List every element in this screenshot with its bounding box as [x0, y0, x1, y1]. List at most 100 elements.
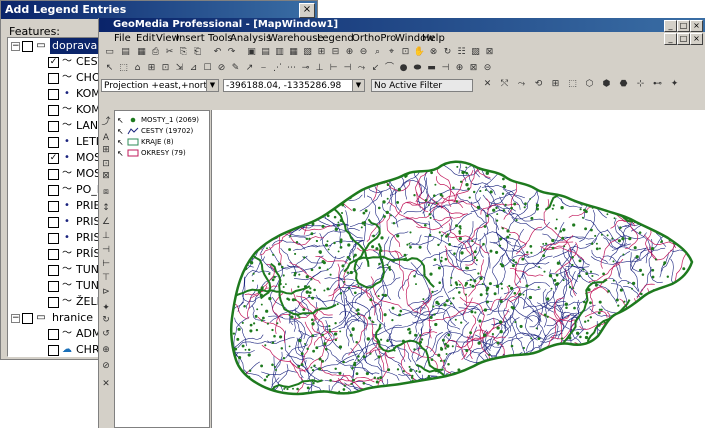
pan-icon[interactable]: ✋ [413, 46, 426, 59]
feature-icon[interactable]: ▥ [273, 46, 286, 59]
legend-entry[interactable]: ↖ CESTY (19702) [117, 126, 209, 137]
copy-icon[interactable]: ⎘ [177, 46, 190, 59]
tree-item[interactable]: • PRIST_ [8, 214, 112, 230]
zoom-in-icon[interactable]: ⊞ [315, 46, 328, 59]
erase-icon[interactable]: ⊝ [481, 62, 494, 75]
item-checkbox[interactable] [48, 217, 59, 228]
find-icon[interactable]: ⌕ [371, 46, 384, 59]
vertical-icon[interactable]: ↕ [100, 202, 112, 214]
tree-item[interactable]: 〜 TUNEL [8, 262, 112, 278]
chevron-down-icon[interactable]: ▼ [206, 80, 218, 91]
fit-all-icon[interactable]: ⊡ [159, 62, 172, 75]
coordinate-readout[interactable]: -396188.04, -1335286.98 ▼ [223, 79, 365, 92]
attribute-icon[interactable]: ⬣ [617, 78, 630, 91]
map-canvas[interactable] [212, 110, 705, 428]
tree-item[interactable]: 〜CHODN [8, 70, 112, 86]
menu-file[interactable]: File [111, 32, 134, 45]
tree-item[interactable]: 〜 LANOV [8, 118, 112, 134]
chevron-down-icon[interactable]: ▼ [352, 80, 364, 91]
tree-item[interactable]: 〜 PRÍSTA [8, 246, 112, 262]
legend-entry[interactable]: ↖ MOSTY_1 (2069) [117, 115, 209, 126]
text-icon[interactable]: A [100, 132, 112, 144]
item-checkbox[interactable] [48, 201, 59, 212]
item-checkbox[interactable] [48, 185, 59, 196]
props-icon[interactable]: ⊠ [483, 46, 496, 59]
menu-insert[interactable]: Insert [173, 32, 208, 45]
play-icon[interactable]: ⊳ [100, 286, 112, 298]
delete-icon[interactable]: ⊠ [467, 62, 480, 75]
left-icon[interactable]: ⊣ [100, 244, 112, 256]
curve-icon[interactable]: ⤳ [355, 62, 368, 75]
legend-entry[interactable]: ↖ KRAJE (8) [117, 137, 209, 148]
measure-icon[interactable]: ⊿ [187, 62, 200, 75]
rotate-icon[interactable]: ⟲ [532, 78, 545, 91]
item-checkbox[interactable] [48, 265, 59, 276]
analysis-icon[interactable]: ⬡ [583, 78, 596, 91]
polyline-icon[interactable]: ⋰ [271, 62, 284, 75]
star-icon[interactable]: ✦ [100, 302, 112, 314]
item-checkbox[interactable] [48, 89, 59, 100]
snap-end-icon[interactable]: ⊣ [341, 62, 354, 75]
edit-icon[interactable]: ✎ [229, 62, 242, 75]
tree-item[interactable]: • KOMPA [8, 86, 112, 102]
connection-icon[interactable]: ▣ [245, 46, 258, 59]
tree-group-0[interactable]: − ▭ doprava [8, 38, 112, 54]
rotate-icon[interactable]: ↻ [100, 314, 112, 326]
arc-icon[interactable]: ⌒ [383, 62, 396, 75]
place-icon[interactable]: ⊕ [453, 62, 466, 75]
minimize-button[interactable]: _ [664, 20, 677, 32]
item-checkbox[interactable] [48, 233, 59, 244]
snap-icon[interactable]: ⊢ [327, 62, 340, 75]
item-checkbox[interactable] [48, 137, 59, 148]
tree-item[interactable]: • LETISK [8, 134, 112, 150]
item-checkbox[interactable] [48, 105, 59, 116]
merge-icon[interactable]: ⬢ [600, 78, 613, 91]
grid-icon[interactable]: ☷ [455, 46, 468, 59]
angle-icon[interactable]: ∠ [100, 216, 112, 228]
top-icon[interactable]: ⊤ [100, 272, 112, 284]
ellipse-icon[interactable]: ⬬ [411, 62, 424, 75]
magic-icon[interactable]: ✦ [668, 78, 681, 91]
projection-combo[interactable]: Projection +east,+north(m) ▼ [101, 79, 219, 92]
item-checkbox[interactable] [48, 121, 59, 132]
home-icon[interactable]: ⌂ [131, 62, 144, 75]
arrow-down-icon[interactable]: ↙ [369, 62, 382, 75]
intersect-icon[interactable]: ⊹ [634, 78, 647, 91]
cancel-icon[interactable]: ⊘ [215, 62, 228, 75]
refresh-icon[interactable]: ↻ [441, 46, 454, 59]
add-icon[interactable]: ⊕ [100, 344, 112, 356]
redline-icon[interactable]: ⤴ [100, 116, 112, 128]
right-icon[interactable]: ⊢ [100, 258, 112, 270]
collapse-icon[interactable]: − [11, 42, 20, 51]
tree-item[interactable]: ✓ 〜 CESTY [8, 54, 112, 70]
tree-item[interactable]: • PRIESM [8, 198, 112, 214]
link-icon[interactable]: ⊷ [651, 78, 664, 91]
frame-icon[interactable]: ☐ [201, 62, 214, 75]
zoom-area-icon[interactable]: ⊕ [343, 46, 356, 59]
redo-icon[interactable]: ↷ [225, 46, 238, 59]
box-select-icon[interactable]: ⬚ [117, 62, 130, 75]
zoom-prev-icon[interactable]: ⊖ [357, 46, 370, 59]
snap2-icon[interactable]: ⊣ [439, 62, 452, 75]
cut-icon[interactable]: ✂ [163, 46, 176, 59]
spatial-icon[interactable]: ⬚ [566, 78, 579, 91]
filter-combo[interactable]: No Active Filter [371, 79, 473, 92]
tree-group-1[interactable]: − ▭ hranice [8, 310, 112, 326]
rect-tool-icon[interactable]: ▬ [425, 62, 438, 75]
tree-item[interactable]: 〜 KOMPA [8, 102, 112, 118]
doc-close-button[interactable]: × [690, 33, 703, 45]
item-checkbox[interactable] [48, 329, 59, 340]
paste-icon[interactable]: ⎗ [191, 46, 204, 59]
group-checkbox[interactable] [22, 313, 33, 324]
join-icon[interactable]: ⤳ [515, 78, 528, 91]
collapse-icon[interactable]: − [11, 314, 20, 323]
map-window[interactable] [211, 110, 705, 428]
item-checkbox[interactable] [48, 73, 59, 84]
layer-icon[interactable]: ▨ [469, 46, 482, 59]
select-icon[interactable]: ⊗ [427, 46, 440, 59]
resize-icon[interactable]: ⇲ [173, 62, 186, 75]
query-icon[interactable]: ⤲ [498, 78, 511, 91]
doc-restore-button[interactable]: □ [677, 33, 690, 45]
layout-icon[interactable]: ⧈ [100, 186, 112, 198]
menu-help[interactable]: Help [419, 32, 448, 45]
